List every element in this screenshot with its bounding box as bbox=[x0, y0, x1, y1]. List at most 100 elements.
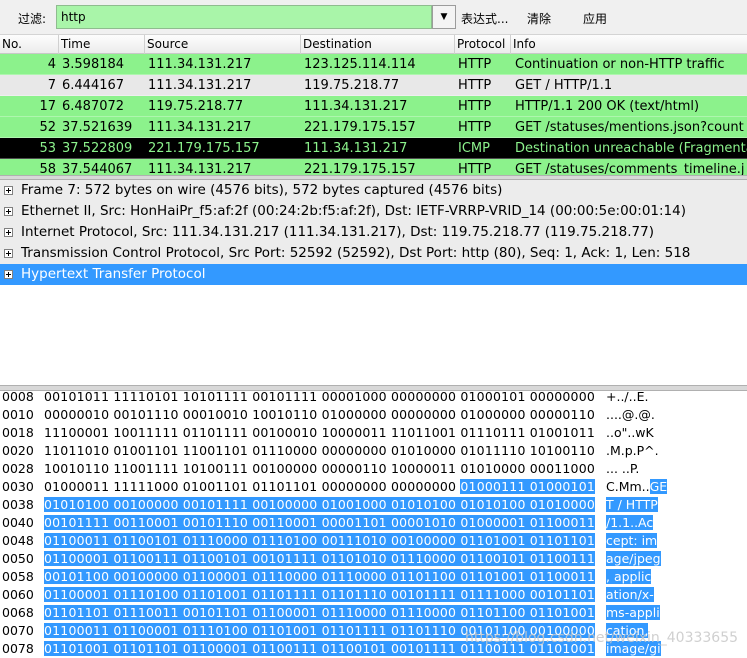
packet-destination: 123.125.114.114 bbox=[304, 57, 416, 72]
packet-no: 52 bbox=[39, 120, 56, 135]
bytes-row[interactable]: 0068 01101101 01110011 00101101 01100001 … bbox=[0, 604, 747, 622]
packet-source: 111.34.131.217 bbox=[148, 162, 252, 175]
bytes-ascii[interactable]: +../..E. bbox=[606, 391, 648, 406]
packet-bytes-pane: 0008 00101011 11110101 10101111 00101111 … bbox=[0, 391, 747, 658]
column-header-protocol[interactable]: Protocol bbox=[454, 35, 510, 54]
bytes-bits[interactable]: 00000010 00101110 00010010 10010110 0100… bbox=[44, 406, 595, 424]
packet-row[interactable]: 53 37.522809 221.179.175.157 111.34.131.… bbox=[0, 138, 747, 159]
bytes-ascii[interactable]: C.Mm..GE bbox=[606, 478, 668, 496]
expand-icon[interactable] bbox=[4, 186, 13, 195]
bytes-bits[interactable]: 01000011 11111000 01001101 01101101 0000… bbox=[44, 478, 596, 496]
bytes-row[interactable]: 0040 00101111 00110001 00101110 00110001 … bbox=[0, 514, 747, 532]
bytes-bits[interactable]: 01010100 00100000 00101111 00100000 0100… bbox=[44, 496, 595, 514]
bytes-ascii[interactable]: ... ..P. bbox=[606, 460, 639, 478]
bytes-ascii[interactable]: ..o"..wK bbox=[606, 424, 654, 442]
bytes-bits[interactable]: 11100001 10011111 01101111 00100010 1000… bbox=[44, 424, 595, 442]
bytes-row[interactable]: 0008 00101011 11110101 10101111 00101111 … bbox=[0, 391, 747, 406]
expression-button[interactable]: 表达式... bbox=[461, 10, 508, 27]
packet-no: 17 bbox=[39, 99, 56, 114]
bytes-row[interactable]: 0028 10010110 11001111 10100111 00100000 … bbox=[0, 460, 747, 478]
bytes-bits[interactable]: 01100001 01110100 01101001 01101111 0110… bbox=[44, 586, 595, 604]
packet-time: 3.598184 bbox=[62, 57, 125, 72]
bytes-ascii[interactable]: ms-appli bbox=[606, 604, 660, 622]
bytes-row[interactable]: 0030 01000011 11111000 01001101 01101101 … bbox=[0, 478, 747, 496]
packet-destination: 111.34.131.217 bbox=[304, 99, 408, 114]
bytes-row[interactable]: 0018 11100001 10011111 01101111 00100010 … bbox=[0, 424, 747, 442]
packet-source: 119.75.218.77 bbox=[148, 99, 244, 114]
packet-time: 6.487072 bbox=[62, 99, 125, 114]
packet-row[interactable]: 17 6.487072 119.75.218.77 111.34.131.217… bbox=[0, 96, 747, 117]
detail-node-ethernet[interactable]: Ethernet II, Src: HonHaiPr_f5:af:2f (00:… bbox=[0, 201, 747, 222]
packet-no: 53 bbox=[39, 141, 56, 156]
detail-text: Internet Protocol, Src: 111.34.131.217 (… bbox=[21, 224, 654, 240]
expand-icon[interactable] bbox=[4, 270, 13, 279]
bytes-bits[interactable]: 00101100 00100000 01100001 01110000 0111… bbox=[44, 568, 595, 586]
expand-icon[interactable] bbox=[4, 228, 13, 237]
display-filter-input[interactable]: http bbox=[56, 5, 432, 29]
column-header-destination[interactable]: Destination bbox=[300, 35, 454, 54]
packet-row[interactable]: 58 37.544067 111.34.131.217 221.179.175.… bbox=[0, 159, 747, 175]
expand-icon[interactable] bbox=[4, 249, 13, 258]
bytes-offset: 0058 bbox=[2, 569, 34, 584]
bytes-offset: 0070 bbox=[2, 623, 34, 638]
detail-node-frame[interactable]: Frame 7: 572 bytes on wire (4576 bits), … bbox=[0, 180, 747, 201]
column-header-info[interactable]: Info bbox=[510, 35, 747, 54]
bytes-offset: 0060 bbox=[2, 587, 34, 602]
packet-protocol: HTTP bbox=[458, 57, 492, 72]
bytes-ascii[interactable]: .M.p.P^. bbox=[606, 442, 659, 460]
packet-info: GET / HTTP/1.1 bbox=[515, 78, 613, 93]
packet-time: 37.522809 bbox=[62, 141, 133, 156]
bytes-row[interactable]: 0020 11011010 01001101 11001101 01110000 … bbox=[0, 442, 747, 460]
bytes-ascii[interactable]: age/jpeg bbox=[606, 550, 661, 568]
bytes-bits[interactable]: 01100011 01100101 01110000 01110100 0011… bbox=[44, 532, 595, 550]
apply-button[interactable]: 应用 bbox=[583, 10, 607, 27]
bytes-offset: 0008 bbox=[2, 391, 34, 404]
packet-time: 6.444167 bbox=[62, 78, 125, 93]
detail-node-ip[interactable]: Internet Protocol, Src: 111.34.131.217 (… bbox=[0, 222, 747, 243]
bytes-offset: 0018 bbox=[2, 425, 34, 440]
column-header-source[interactable]: Source bbox=[144, 35, 300, 54]
bytes-bits[interactable]: 00101111 00110001 00101110 00110001 0000… bbox=[44, 514, 595, 532]
packet-source: 221.179.175.157 bbox=[148, 141, 260, 156]
filter-dropdown-button[interactable]: ▼ bbox=[432, 5, 456, 29]
packet-protocol: HTTP bbox=[458, 162, 492, 175]
packet-no: 7 bbox=[47, 78, 56, 93]
bytes-bits[interactable]: 01101101 01110011 00101101 01100001 0111… bbox=[44, 604, 595, 622]
bytes-ascii[interactable]: ation/x- bbox=[606, 586, 654, 604]
column-header-no[interactable]: No. bbox=[0, 35, 58, 54]
bytes-row[interactable]: 0038 01010100 00100000 00101111 00100000 … bbox=[0, 496, 747, 514]
expand-icon[interactable] bbox=[4, 207, 13, 216]
packet-time: 37.521639 bbox=[62, 120, 133, 135]
bytes-row[interactable]: 0010 00000010 00101110 00010010 10010110 … bbox=[0, 406, 747, 424]
bytes-bits[interactable]: 10010110 11001111 10100111 00100000 0000… bbox=[44, 460, 595, 478]
packet-info: GET /statuses/mentions.json?count bbox=[515, 120, 744, 135]
bytes-offset: 0050 bbox=[2, 551, 34, 566]
bytes-ascii[interactable]: T / HTTP bbox=[606, 496, 658, 514]
bytes-row[interactable]: 0048 01100011 01100101 01110000 01110100 … bbox=[0, 532, 747, 550]
bytes-ascii[interactable]: ....@.@. bbox=[606, 406, 655, 424]
detail-node-http[interactable]: Hypertext Transfer Protocol bbox=[0, 264, 747, 285]
packet-no: 58 bbox=[39, 162, 56, 175]
detail-text: Frame 7: 572 bytes on wire (4576 bits), … bbox=[21, 182, 503, 198]
bytes-ascii[interactable]: cept: im bbox=[606, 532, 658, 550]
bytes-offset: 0020 bbox=[2, 443, 34, 458]
bytes-offset: 0030 bbox=[2, 479, 34, 494]
packet-row[interactable]: 7 6.444167 111.34.131.217 119.75.218.77 … bbox=[0, 75, 747, 96]
packet-protocol: HTTP bbox=[458, 120, 492, 135]
bytes-ascii[interactable]: , applic bbox=[606, 568, 652, 586]
detail-node-tcp[interactable]: Transmission Control Protocol, Src Port:… bbox=[0, 243, 747, 264]
bytes-bits[interactable]: 11011010 01001101 11001101 01110000 0000… bbox=[44, 442, 595, 460]
bytes-row[interactable]: 0060 01100001 01110100 01101001 01101111 … bbox=[0, 586, 747, 604]
bytes-ascii[interactable]: /1.1..Ac bbox=[606, 514, 654, 532]
bytes-row[interactable]: 0050 01100001 01100111 01100101 00101111 … bbox=[0, 550, 747, 568]
column-header-time[interactable]: Time bbox=[58, 35, 144, 54]
packet-time: 37.544067 bbox=[62, 162, 133, 175]
packet-row[interactable]: 4 3.598184 111.34.131.217 123.125.114.11… bbox=[0, 54, 747, 75]
packet-row[interactable]: 52 37.521639 111.34.131.217 221.179.175.… bbox=[0, 117, 747, 138]
bytes-bits[interactable]: 01100001 01100111 01100101 00101111 0110… bbox=[44, 550, 595, 568]
bytes-offset: 0038 bbox=[2, 497, 34, 512]
bytes-offset: 0040 bbox=[2, 515, 34, 530]
bytes-bits[interactable]: 00101011 11110101 10101111 00101111 0000… bbox=[44, 391, 595, 406]
bytes-row[interactable]: 0058 00101100 00100000 01100001 01110000 … bbox=[0, 568, 747, 586]
clear-button[interactable]: 清除 bbox=[527, 10, 551, 27]
